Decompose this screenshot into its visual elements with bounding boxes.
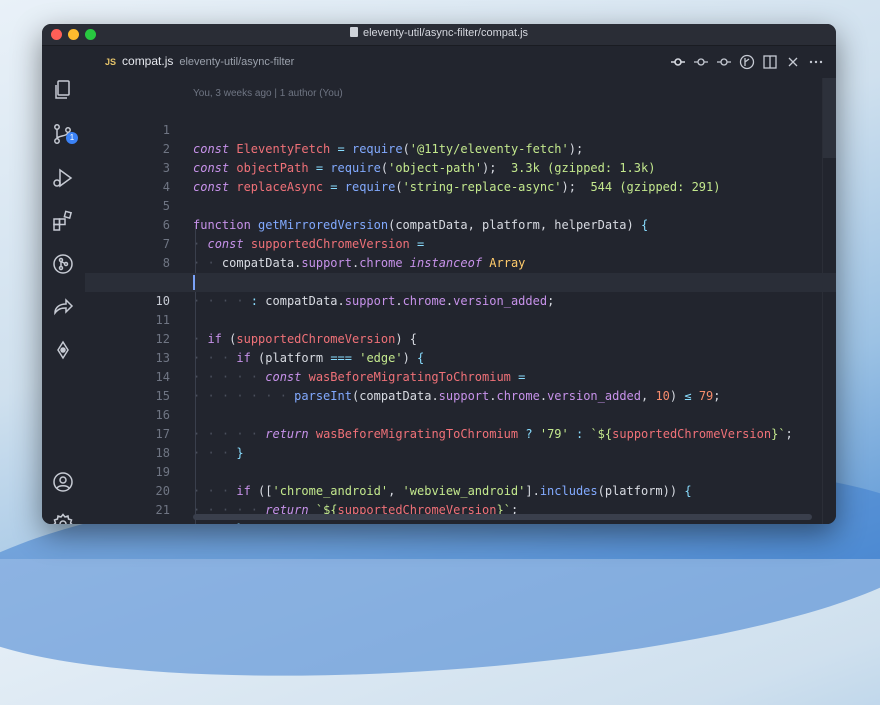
code-line[interactable]: 16 · · · · · return wasBeforeMigratingTo… xyxy=(85,387,836,441)
open-changes-icon[interactable] xyxy=(739,54,755,70)
git-graph-icon[interactable] xyxy=(51,252,75,276)
code-line[interactable]: 7 · · compatData.support.chrome instance… xyxy=(85,216,836,270)
live-share-icon[interactable] xyxy=(51,295,75,319)
code-line[interactable]: 8 · · · · ? compatData.support.chrome[0]… xyxy=(85,235,836,289)
editor-window: eleventy-util/async-filter/compat.js 1 J… xyxy=(42,24,836,524)
settings-gear-icon[interactable] xyxy=(51,512,75,524)
code-line[interactable]: 6 · const supportedChromeVersion = xyxy=(85,197,836,251)
title-bar: eleventy-util/async-filter/compat.js xyxy=(42,24,836,46)
code-line[interactable]: 13 · · · · · const wasBeforeMigratingToC… xyxy=(85,330,836,384)
git-commit-icon[interactable] xyxy=(670,54,686,70)
text-cursor xyxy=(193,275,195,290)
next-change-icon[interactable] xyxy=(716,54,732,70)
code-line[interactable]: 2 const objectPath = require('object-pat… xyxy=(85,121,836,175)
code-line[interactable]: 5 function getMirroredVersion(compatData… xyxy=(85,178,836,232)
tab-filename: compat.js xyxy=(122,54,174,68)
tab-bar: JS compat.js eleventy-util/async-filter xyxy=(85,46,836,78)
accounts-icon[interactable] xyxy=(51,470,75,494)
code-editor[interactable]: You, 3 weeks ago | 1 author (You) 1 cons… xyxy=(85,78,836,524)
code-line[interactable]: 20 · · · · · return `${supportedChromeVe… xyxy=(85,463,836,517)
blame-annotation: You, 3 weeks ago | 1 author (You) xyxy=(193,88,343,99)
code-line[interactable]: 4 xyxy=(85,159,836,194)
code-line[interactable]: 18 xyxy=(85,425,836,460)
code-lines: 1 const EleventyFetch = require('@11ty/e… xyxy=(85,102,836,524)
editor-actions xyxy=(670,54,824,70)
tab-compat-js[interactable]: JS compat.js eleventy-util/async-filter xyxy=(105,54,294,68)
code-line[interactable]: 14 · · · · · · · parseInt(compatData.sup… xyxy=(85,349,836,403)
file-icon xyxy=(349,27,358,37)
activity-bar: 1 xyxy=(42,46,85,524)
code-line[interactable]: 1 const EleventyFetch = require('@11ty/e… xyxy=(85,102,836,156)
tab-path: eleventy-util/async-filter xyxy=(179,56,295,68)
code-line[interactable]: 17 · · · } xyxy=(85,406,836,460)
code-line[interactable]: 3 const replaceAsync = require('string-r… xyxy=(85,140,836,194)
close-tab-icon[interactable] xyxy=(785,54,801,70)
code-line[interactable]: 12 · · · if (platform === 'edge') { xyxy=(85,311,836,365)
line-number: 22 xyxy=(129,520,170,524)
horizontal-scrollbar[interactable] xyxy=(193,514,812,520)
code-line[interactable]: 19 · · · if (['chrome_android', 'webview… xyxy=(85,444,836,498)
explorer-icon[interactable] xyxy=(51,78,75,102)
more-actions-icon[interactable] xyxy=(808,54,824,70)
code-line[interactable]: 15 xyxy=(85,368,836,403)
code-line-current[interactable]: 10 xyxy=(85,273,836,308)
window-title: eleventy-util/async-filter/compat.js xyxy=(42,27,836,39)
code-line[interactable]: 21 · · · } xyxy=(85,482,836,524)
gitlens-icon[interactable] xyxy=(51,338,75,362)
run-debug-icon[interactable] xyxy=(51,166,75,190)
extensions-icon[interactable] xyxy=(51,209,75,233)
split-editor-icon[interactable] xyxy=(762,54,778,70)
source-control-badge: 1 xyxy=(66,132,78,144)
previous-change-icon[interactable] xyxy=(693,54,709,70)
code-line[interactable]: 9 · · · · : compatData.support.chrome.ve… xyxy=(85,254,836,308)
javascript-icon: JS xyxy=(105,57,117,67)
code-line[interactable]: 11 · if (supportedChromeVersion) { xyxy=(85,292,836,346)
